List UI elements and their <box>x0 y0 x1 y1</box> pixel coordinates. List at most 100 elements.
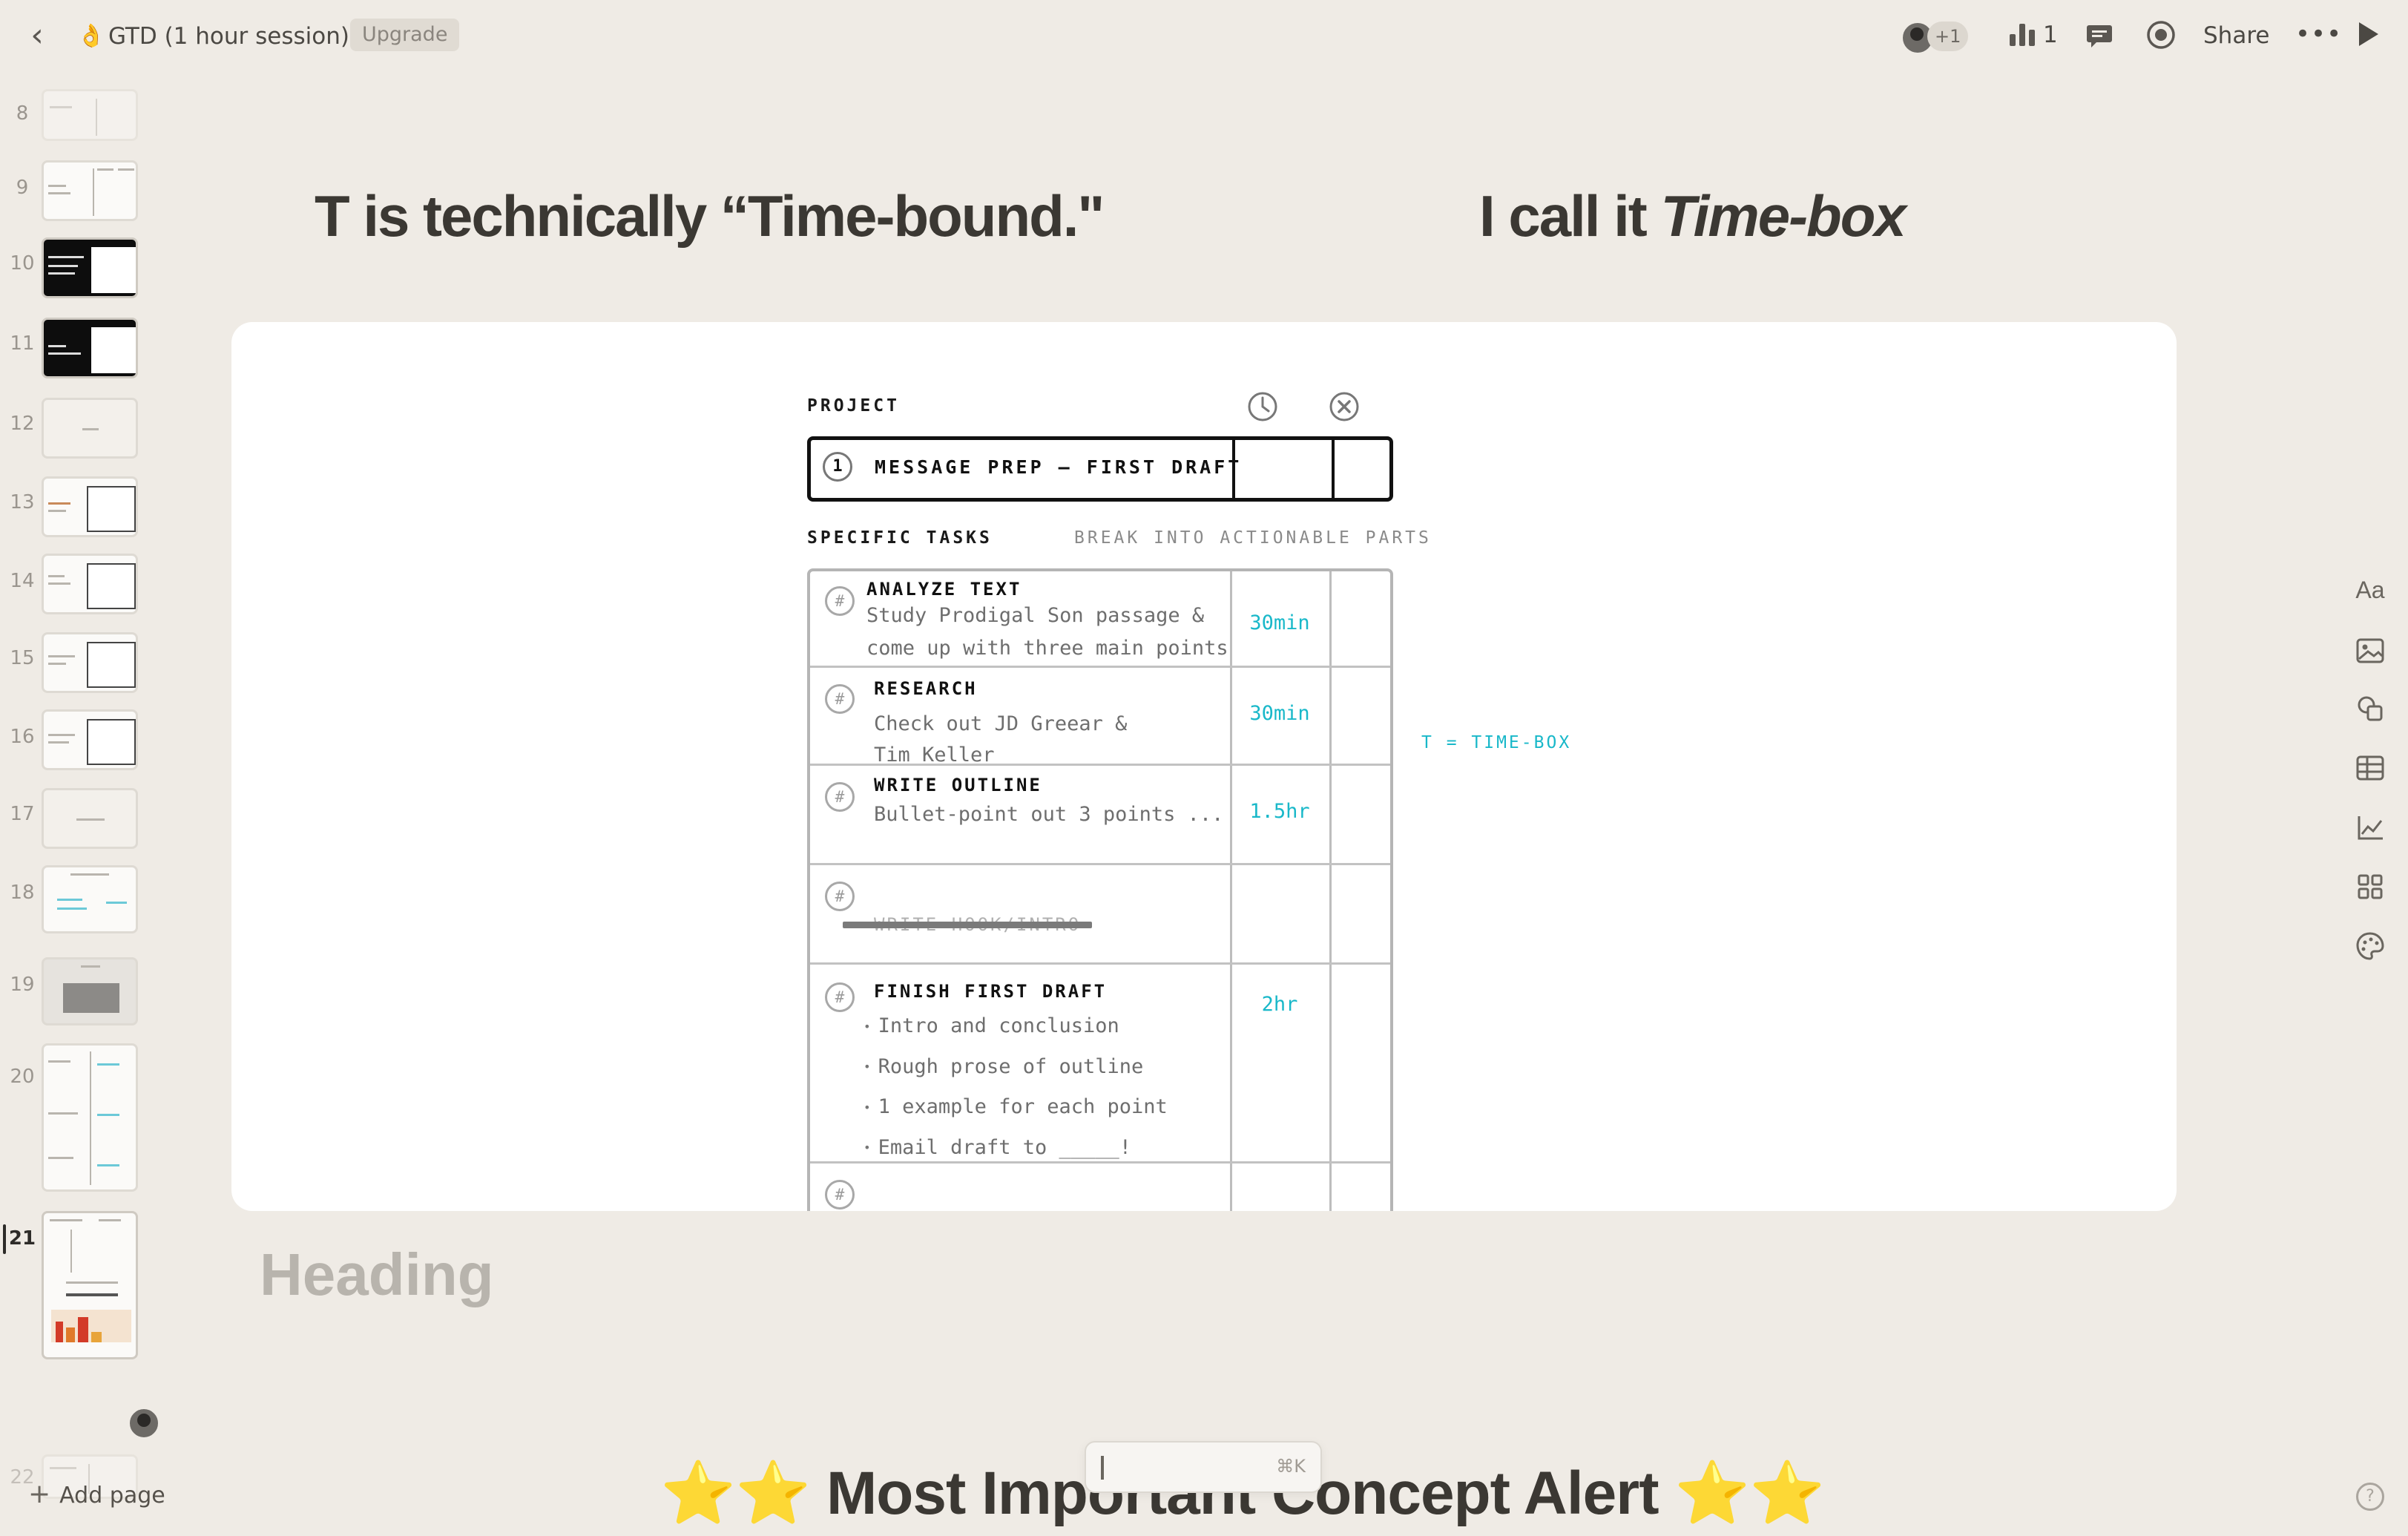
task-title: FINISH FIRST DRAFT <box>874 981 1108 1002</box>
list-item: • 1 example for each point <box>863 1095 1168 1118</box>
hash-icon: # <box>825 982 855 1012</box>
heading-placeholder[interactable]: Heading <box>260 1241 494 1309</box>
task-row: # RESEARCH Check out JD Greear & Tim Kel… <box>810 668 1390 767</box>
page-thumbnail-active[interactable] <box>42 1211 138 1359</box>
page-number: 8 <box>16 102 29 125</box>
back-arrow-icon[interactable]: ‹ <box>22 16 52 55</box>
task-title: ANALYZE TEXT <box>866 579 1022 600</box>
page-number: 18 <box>10 882 35 904</box>
chart-tool-icon[interactable] <box>2352 809 2389 846</box>
task-row: # WRITE HOOK/INTRO <box>810 865 1390 965</box>
x-circle-icon <box>1329 392 1359 421</box>
analytics-count: 1 <box>2043 22 2058 48</box>
present-play-icon[interactable] <box>2359 22 2378 46</box>
text-caret <box>1101 1456 1104 1480</box>
list-item: • Intro and conclusion <box>863 1014 1119 1037</box>
specific-tasks-label: SPECIFIC TASKS <box>807 528 993 548</box>
page-thumbnail[interactable] <box>42 632 138 693</box>
more-options-icon[interactable]: ••• <box>2295 16 2342 52</box>
list-item: • Rough prose of outline <box>863 1054 1144 1078</box>
project-row: 1 MESSAGE PREP – FIRST DRAFT <box>807 436 1393 502</box>
page-number: 13 <box>10 491 35 513</box>
apps-grid-icon[interactable] <box>2352 868 2389 905</box>
task-time: 2hr <box>1261 993 1298 1016</box>
page-thumbnail[interactable] <box>42 865 138 933</box>
command-input[interactable]: ⌘K <box>1085 1441 1322 1493</box>
page-thumbnail[interactable] <box>42 554 138 614</box>
task-title: WRITE OUTLINE <box>874 775 1042 795</box>
hash-icon: # <box>825 684 855 714</box>
page-number: 10 <box>10 252 35 275</box>
timebox-annotation: T = TIME-BOX <box>1421 733 1572 752</box>
page-number: 14 <box>10 570 35 592</box>
task-time: 30min <box>1249 611 1310 634</box>
page-sidebar: 8 9 10 11 12 13 14 15 16 17 18 19 20 21 … <box>0 74 160 1499</box>
strike-through-mark <box>843 922 1092 928</box>
page-thumbnail[interactable] <box>42 476 138 537</box>
specific-tasks-hint: BREAK INTO ACTIONABLE PARTS <box>1074 528 1432 548</box>
hash-icon: # <box>825 1180 855 1210</box>
image-tool-icon[interactable] <box>2352 632 2389 669</box>
page-number: 16 <box>10 726 35 748</box>
project-name: MESSAGE PREP – FIRST DRAFT <box>875 456 1243 478</box>
hash-icon: # <box>825 882 855 911</box>
page-number: 20 <box>10 1066 35 1088</box>
comment-icon[interactable] <box>2085 21 2114 50</box>
add-page-button[interactable]: + Add page <box>28 1475 165 1515</box>
analytics-icon[interactable] <box>2007 19 2037 49</box>
page-number: 15 <box>10 647 35 669</box>
task-desc: Bullet-point out 3 points ... <box>874 803 1224 826</box>
page-thumbnail[interactable] <box>42 1043 138 1192</box>
help-icon[interactable]: ? <box>2356 1483 2384 1511</box>
doc-title[interactable]: GTD (1 hour session) <box>108 18 349 55</box>
upgrade-button[interactable]: Upgrade <box>350 19 460 51</box>
task-row: # FINISH FIRST DRAFT • Intro and conclusi… <box>810 965 1390 1164</box>
page-thumbnail[interactable] <box>42 318 138 378</box>
task-row: # <box>810 1164 1390 1211</box>
worksheet-image-card[interactable]: PROJECT 1 MESSAGE PREP – FIRST DRAFT SPE… <box>231 322 2177 1211</box>
task-title: RESEARCH <box>874 678 978 699</box>
page-thumbnail[interactable] <box>42 89 138 141</box>
table-tool-icon[interactable] <box>2352 749 2389 787</box>
page-thumbnail[interactable] <box>42 709 138 770</box>
top-bar: ‹ 👌 GTD (1 hour session) Upgrade +1 1 Sh… <box>0 0 2408 71</box>
page-number: 9 <box>16 177 29 199</box>
task-desc: Check out JD Greear & <box>874 712 1128 735</box>
task-desc: come up with three main points <box>866 637 1228 660</box>
text-tool-icon[interactable]: Aa <box>2352 571 2389 608</box>
collaborators-more-badge[interactable]: +1 <box>1927 22 1969 51</box>
heading-time-bound[interactable]: T is technically “Time-bound." <box>315 175 1105 257</box>
task-time: 1.5hr <box>1249 800 1310 823</box>
page-number: 12 <box>10 413 35 435</box>
hash-icon: # <box>825 782 855 812</box>
task-time: 30min <box>1249 702 1310 725</box>
tasks-table: # ANALYZE TEXT Study Prodigal Son passag… <box>807 568 1393 1211</box>
heading-time-box[interactable]: I call it Time-box <box>1479 175 1907 257</box>
page-number: 17 <box>10 803 35 825</box>
page-thumbnail[interactable] <box>42 957 138 1025</box>
shapes-tool-icon[interactable] <box>2352 690 2389 727</box>
collaborator-thumb-avatar <box>128 1407 160 1440</box>
page-number: 21 <box>8 1227 36 1250</box>
command-shortcut-hint: ⌘K <box>1276 1456 1306 1477</box>
list-item: • Email draft to _____! <box>863 1135 1132 1159</box>
task-row: # ANALYZE TEXT Study Prodigal Son passag… <box>810 571 1390 668</box>
record-icon[interactable] <box>2145 19 2177 50</box>
page-thumbnail[interactable] <box>42 160 138 221</box>
page-number: 19 <box>10 974 35 996</box>
task-row: # WRITE OUTLINE Bullet-point out 3 point… <box>810 766 1390 865</box>
doc-emoji-icon: 👌 <box>77 23 105 49</box>
share-button[interactable]: Share <box>2203 18 2269 53</box>
plus-icon: + <box>28 1479 51 1509</box>
clock-icon <box>1248 392 1277 421</box>
page-number: 11 <box>10 332 35 355</box>
palette-tool-icon[interactable] <box>2352 928 2389 965</box>
page-thumbnail[interactable] <box>42 788 138 849</box>
task-desc: Study Prodigal Son passage & <box>866 604 1205 627</box>
project-label: PROJECT <box>807 396 900 416</box>
page-thumbnail[interactable] <box>42 237 138 298</box>
project-number-badge: 1 <box>823 452 852 482</box>
hash-icon: # <box>825 586 855 616</box>
task-bullet-list: • Intro and conclusion • Rough prose of ou… <box>863 1006 1168 1168</box>
page-thumbnail[interactable] <box>42 398 138 459</box>
